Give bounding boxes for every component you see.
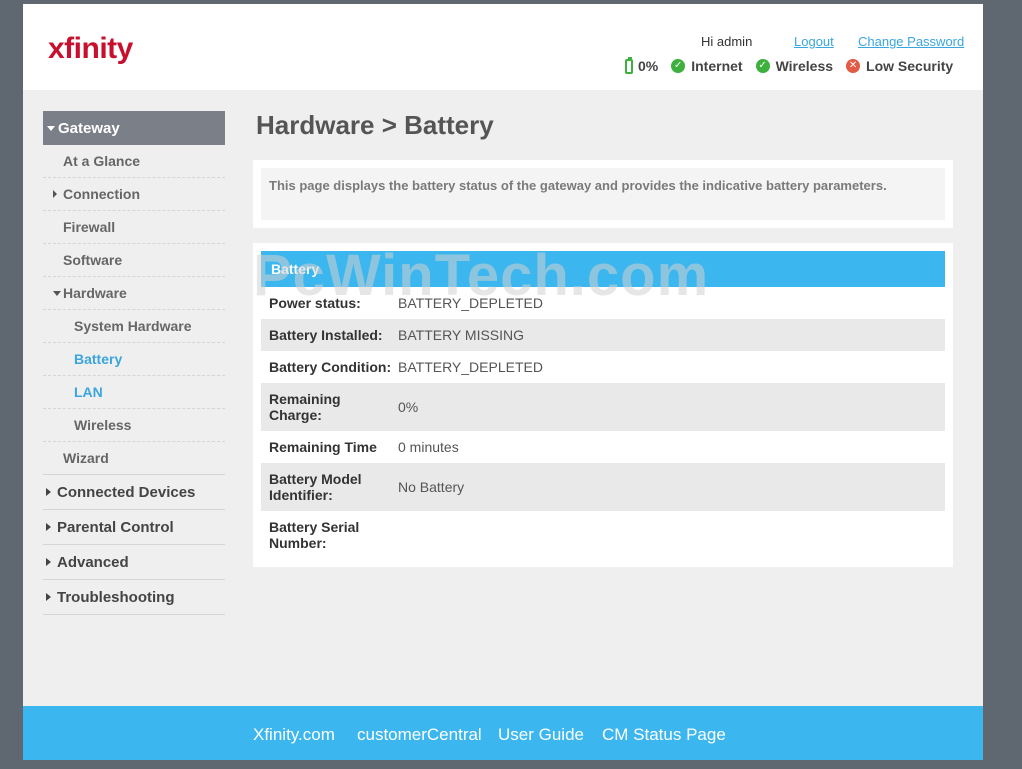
table-row: Remaining Time 0 minutes bbox=[261, 431, 945, 463]
sidebar-item-label: LAN bbox=[74, 384, 103, 400]
sidebar-item-label: Software bbox=[63, 252, 123, 268]
table-row: Battery Serial Number: bbox=[261, 511, 945, 559]
caret-down-icon bbox=[53, 290, 61, 296]
sidebar-item-parental-control[interactable]: Parental Control bbox=[43, 510, 225, 545]
xfinity-logo[interactable]: xfinity bbox=[48, 32, 133, 66]
sidebar-item-battery[interactable]: Battery bbox=[43, 343, 225, 376]
sidebar-item-hardware[interactable]: Hardware bbox=[43, 277, 225, 310]
sidebar-item-gateway[interactable]: Gateway bbox=[43, 111, 225, 145]
caret-right-icon bbox=[53, 190, 57, 198]
battery-status-label: 0% bbox=[638, 58, 659, 74]
page-title: Hardware > Battery bbox=[256, 110, 494, 140]
sidebar-item-label: Connection bbox=[63, 186, 140, 202]
footer: Xfinity.com customerCentral User Guide C… bbox=[23, 706, 983, 760]
row-label: Remaining Time bbox=[269, 439, 377, 455]
sidebar-item-label: Battery bbox=[74, 351, 123, 367]
sidebar-item-label: System Hardware bbox=[74, 318, 192, 334]
description-box: This page displays the battery status of… bbox=[253, 160, 953, 228]
sidebar-item-at-a-glance[interactable]: At a Glance bbox=[43, 145, 225, 178]
row-label: Battery Condition: bbox=[269, 359, 392, 375]
sidebar-item-label: Connected Devices bbox=[57, 483, 196, 501]
sidebar-item-wizard[interactable]: Wizard bbox=[43, 442, 225, 475]
sidebar-item-wireless[interactable]: Wireless bbox=[43, 409, 225, 442]
header: xfinity Hi admin Logout Change Password … bbox=[23, 4, 983, 90]
row-value: No Battery bbox=[398, 479, 465, 495]
sidebar-item-system-hardware[interactable]: System Hardware bbox=[43, 310, 225, 343]
status-bar: 0% ✓ Internet ✓ Wireless ✕ Low Security bbox=[625, 56, 953, 76]
sidebar-item-label: At a Glance bbox=[63, 153, 141, 169]
footer-link-customer-central[interactable]: customerCentral bbox=[357, 725, 482, 745]
security-status: ✕ Low Security bbox=[846, 58, 953, 74]
table-row: Battery Model Identifier: No Battery bbox=[261, 463, 945, 511]
table-row: Battery Condition: BATTERY_DEPLETED bbox=[261, 351, 945, 383]
row-value: BATTERY_DEPLETED bbox=[398, 359, 543, 375]
sidebar-item-label: Wireless bbox=[74, 417, 132, 433]
sidebar-item-label: Parental Control bbox=[57, 518, 174, 536]
sidebar-item-label: Advanced bbox=[57, 553, 129, 571]
sidebar-item-label: Gateway bbox=[58, 119, 120, 137]
page-description: This page displays the battery status of… bbox=[261, 168, 945, 220]
sidebar-item-firewall[interactable]: Firewall bbox=[43, 211, 225, 244]
sidebar-item-connection[interactable]: Connection bbox=[43, 178, 225, 211]
wireless-status: ✓ Wireless bbox=[755, 58, 834, 74]
sidebar-item-advanced[interactable]: Advanced bbox=[43, 545, 225, 580]
footer-link-xfinity[interactable]: Xfinity.com bbox=[253, 725, 335, 745]
table-row: Power status: BATTERY_DEPLETED bbox=[261, 287, 945, 319]
check-icon: ✓ bbox=[755, 59, 770, 73]
caret-right-icon bbox=[46, 558, 51, 566]
sidebar-item-label: Troubleshooting bbox=[57, 588, 175, 606]
row-value: BATTERY MISSING bbox=[398, 327, 525, 343]
greeting: Hi admin bbox=[701, 34, 753, 49]
sidebar-item-label: Wizard bbox=[63, 450, 109, 466]
internet-status-label: Internet bbox=[691, 58, 743, 74]
footer-link-cm-status-page[interactable]: CM Status Page bbox=[602, 725, 726, 745]
sidebar-item-connected-devices[interactable]: Connected Devices bbox=[43, 475, 225, 510]
row-value: 0% bbox=[398, 399, 419, 415]
sidebar-item-lan[interactable]: LAN bbox=[43, 376, 225, 409]
battery-panel: Battery Power status: BATTERY_DEPLETED B… bbox=[253, 243, 953, 567]
caret-right-icon bbox=[46, 488, 51, 496]
row-label: Remaining Charge: bbox=[269, 391, 341, 423]
wireless-status-label: Wireless bbox=[775, 58, 834, 74]
check-icon: ✓ bbox=[671, 59, 686, 73]
battery-icon bbox=[625, 56, 633, 74]
browser-page: xfinity Hi admin Logout Change Password … bbox=[23, 4, 983, 760]
sidebar-item-troubleshooting[interactable]: Troubleshooting bbox=[43, 580, 225, 615]
change-password-link[interactable]: Change Password bbox=[858, 34, 964, 49]
sidebar-item-label: Firewall bbox=[63, 219, 116, 235]
row-label: Battery Serial Number: bbox=[269, 519, 360, 551]
battery-table: Power status: BATTERY_DEPLETED Battery I… bbox=[261, 287, 945, 559]
security-status-label: Low Security bbox=[866, 58, 954, 74]
row-value: BATTERY_DEPLETED bbox=[398, 295, 543, 311]
caret-down-icon bbox=[47, 125, 55, 131]
sidebar-nav: Gateway At a Glance Connection Firewall … bbox=[43, 111, 225, 615]
battery-status: 0% bbox=[625, 56, 659, 74]
caret-right-icon bbox=[46, 593, 51, 601]
sidebar-item-label: Hardware bbox=[63, 285, 127, 301]
x-icon: ✕ bbox=[846, 59, 861, 73]
logout-link[interactable]: Logout bbox=[794, 34, 834, 49]
row-label: Power status: bbox=[269, 295, 361, 311]
row-label: Battery Model Identifier: bbox=[269, 471, 362, 503]
row-value: 0 minutes bbox=[398, 439, 459, 455]
table-row: Battery Installed: BATTERY MISSING bbox=[261, 319, 945, 351]
caret-right-icon bbox=[46, 523, 51, 531]
table-row: Remaining Charge: 0% bbox=[261, 383, 945, 431]
sidebar-item-software[interactable]: Software bbox=[43, 244, 225, 277]
panel-title: Battery bbox=[261, 251, 945, 287]
internet-status: ✓ Internet bbox=[671, 58, 743, 74]
footer-link-user-guide[interactable]: User Guide bbox=[498, 725, 584, 745]
row-label: Battery Installed: bbox=[269, 327, 383, 343]
